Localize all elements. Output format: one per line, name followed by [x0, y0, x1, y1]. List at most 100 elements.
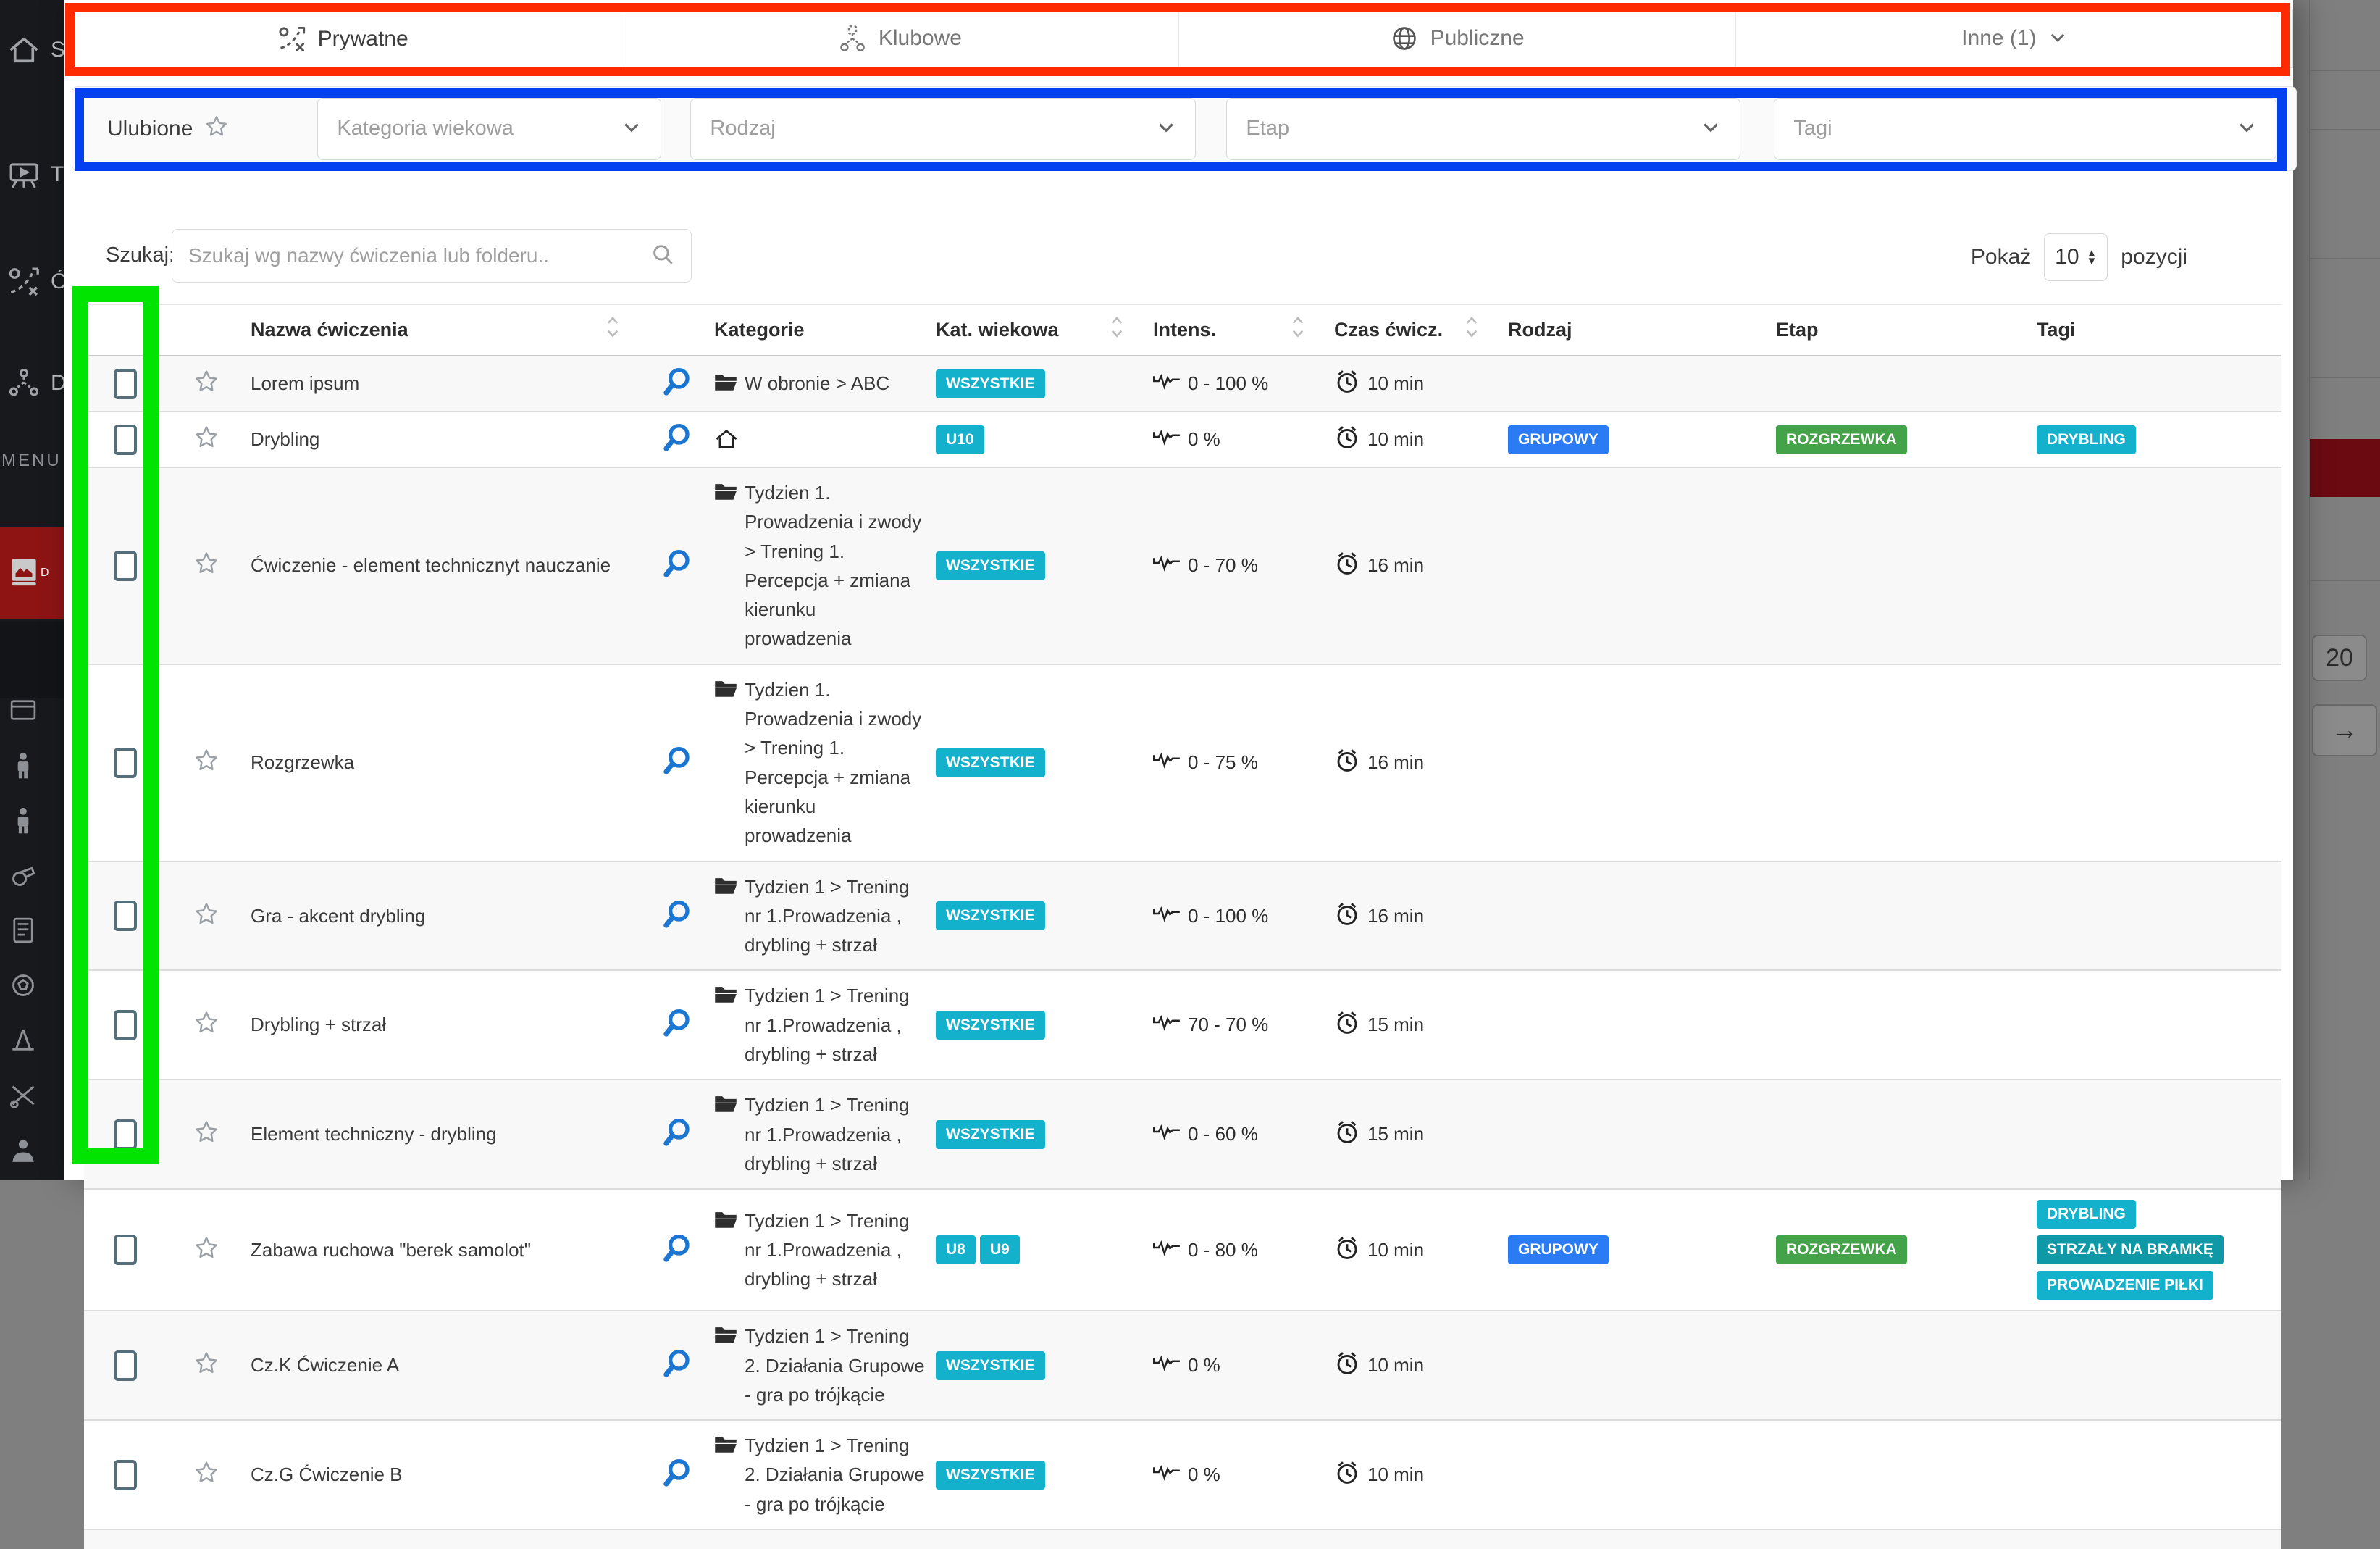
category-path: Tydzien 1 > Trening 2. Działania Grupowe…	[745, 1431, 927, 1519]
column-header-nazwa-ćwiczenia[interactable]: Nazwa ćwiczenia	[246, 305, 645, 355]
hierarchy-icon	[838, 24, 867, 53]
column-header-empty	[84, 305, 167, 355]
preview-zoom-icon[interactable]	[662, 1233, 692, 1267]
row-favorite-star-icon[interactable]	[192, 1118, 221, 1151]
preview-zoom-icon[interactable]	[662, 422, 692, 456]
preview-zoom-icon[interactable]	[662, 899, 692, 933]
row-favorite-star-icon[interactable]	[192, 1458, 221, 1491]
column-header-kat-wiekowa[interactable]: Kat. wiekowa	[931, 305, 1149, 355]
row-checkbox[interactable]	[114, 1119, 137, 1150]
tab-inne-1-[interactable]: Inne (1)	[1736, 9, 2292, 68]
preview-zoom-icon[interactable]	[662, 1458, 692, 1492]
row-favorite-star-icon[interactable]	[192, 423, 221, 456]
preview-zoom-icon[interactable]	[662, 1348, 692, 1382]
sidebar-item[interactable]: S	[0, 10, 64, 90]
row-favorite-star-icon[interactable]	[192, 1349, 221, 1382]
scissors-icon[interactable]	[7, 1080, 41, 1113]
row-favorite-star-icon[interactable]	[192, 900, 221, 932]
tab-klubowe[interactable]: Klubowe	[621, 9, 1178, 68]
search-input[interactable]: Szukaj wg nazwy ćwiczenia lub folderu..	[172, 229, 692, 283]
background-divider	[2309, 129, 2380, 130]
dimmed-background-page: 20 →	[2293, 0, 2380, 1180]
player-icon[interactable]	[7, 749, 41, 782]
card-icon[interactable]	[7, 694, 41, 727]
folder-icon	[714, 1324, 737, 1348]
duration-value: 16 min	[1367, 751, 1424, 774]
profile-icon[interactable]	[7, 1135, 41, 1168]
row-checkbox[interactable]	[114, 369, 137, 399]
preview-zoom-icon[interactable]	[662, 1117, 692, 1151]
filter-select-kategoria-wiekowa[interactable]: Kategoria wiekowa	[317, 98, 661, 160]
row-checkbox[interactable]	[114, 1010, 137, 1040]
sort-icon[interactable]	[606, 315, 620, 345]
sort-icon[interactable]	[1465, 315, 1479, 345]
column-header-label: Tagi	[2037, 319, 2076, 341]
sidebar-item[interactable]: Ć	[0, 242, 64, 322]
tab-publiczne[interactable]: Publiczne	[1179, 9, 1736, 68]
sort-icon[interactable]	[1110, 315, 1124, 345]
duration-value: 16 min	[1367, 554, 1424, 577]
row-favorite-star-icon[interactable]	[192, 746, 221, 779]
preview-zoom-icon[interactable]	[662, 1008, 692, 1042]
sidebar-item[interactable]: T	[0, 135, 64, 214]
intensity-icon	[1153, 554, 1181, 577]
stage-badge: ROZGRZEWKA	[1776, 425, 1907, 454]
clock-icon	[1334, 550, 1360, 581]
age-category-badge: U8	[936, 1235, 976, 1264]
filter-select-tagi[interactable]: Tagi	[1774, 98, 2276, 160]
folder-icon	[714, 1209, 737, 1233]
row-checkbox[interactable]	[114, 1350, 137, 1381]
table-row: RozgrzewkaTydzien 1. Prowadzenia i zwody…	[84, 665, 2281, 862]
folder-icon	[714, 1093, 737, 1117]
pagesize-show-label: Pokaż	[1971, 245, 2031, 270]
preview-zoom-icon[interactable]	[662, 367, 692, 401]
favorites-star-icon[interactable]	[203, 113, 230, 144]
intensity-icon	[1153, 1353, 1181, 1377]
preview-zoom-icon[interactable]	[662, 746, 692, 780]
column-header-kategorie: Kategorie	[710, 305, 931, 355]
pagesize-select[interactable]: 10 ▲▼	[2044, 233, 2108, 281]
row-checkbox[interactable]	[114, 901, 137, 931]
favorites-filter[interactable]: Ulubione	[107, 113, 230, 144]
column-header-czas-ćwicz-[interactable]: Czas ćwicz.	[1330, 305, 1504, 355]
tab-prywatne[interactable]: Prywatne	[64, 9, 621, 68]
intensity-icon	[1153, 1238, 1181, 1262]
row-checkbox[interactable]	[114, 1460, 137, 1490]
row-favorite-star-icon[interactable]	[192, 367, 221, 400]
row-favorite-star-icon[interactable]	[192, 1009, 221, 1041]
filter-placeholder: Rodzaj	[710, 117, 775, 141]
filter-select-rodzaj[interactable]: Rodzaj	[690, 98, 1196, 160]
row-checkbox[interactable]	[114, 551, 137, 581]
tab-label: Inne (1)	[1961, 26, 2036, 51]
column-header-intens-[interactable]: Intens.	[1149, 305, 1330, 355]
preview-zoom-icon[interactable]	[662, 548, 692, 583]
row-checkbox[interactable]	[114, 748, 137, 778]
search-placeholder: Szukaj wg nazwy ćwiczenia lub folderu..	[188, 244, 549, 267]
row-favorite-star-icon[interactable]	[192, 549, 221, 582]
row-checkbox[interactable]	[114, 425, 137, 455]
row-checkbox[interactable]	[114, 1235, 137, 1265]
tag-badge: DRYBLING	[2037, 1200, 2136, 1229]
notes-icon[interactable]	[7, 914, 41, 948]
background-panel-edge	[2309, 0, 2310, 1180]
cone-icon[interactable]	[7, 1024, 41, 1058]
filter-select-etap[interactable]: Etap	[1226, 98, 1740, 160]
table-row: Cz.K Ćwiczenie ATydzien 1 > Trening 2. D…	[84, 1311, 2281, 1421]
intensity-icon	[1153, 372, 1181, 396]
ball-icon[interactable]	[7, 969, 41, 1003]
whistle-icon[interactable]	[7, 859, 41, 893]
column-header-label: Kategorie	[714, 319, 805, 341]
sort-icon[interactable]	[1291, 315, 1305, 345]
row-favorite-star-icon[interactable]	[192, 1234, 221, 1266]
sidebar-item[interactable]: D	[0, 343, 64, 423]
sidebar-menu-label: MENU	[1, 451, 62, 471]
background-next-arrow-button[interactable]: →	[2312, 704, 2377, 756]
intensity-value: 0 - 80 %	[1188, 1239, 1258, 1261]
sidebar-item-active[interactable]: D	[0, 527, 64, 619]
table-row: Drybling + strzałTydzien 1 > Trening nr …	[84, 971, 2281, 1080]
exercise-name: Cz.K Ćwiczenie A	[251, 1354, 399, 1377]
background-page-button[interactable]: 20	[2312, 635, 2367, 681]
pagesize-value: 10	[2055, 245, 2079, 270]
player-icon[interactable]	[7, 804, 41, 838]
intensity-value: 70 - 70 %	[1188, 1014, 1268, 1036]
